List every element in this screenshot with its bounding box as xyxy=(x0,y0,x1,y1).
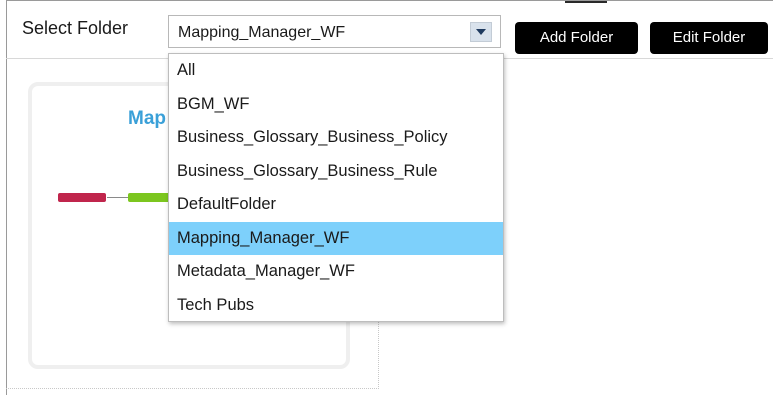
folder-option[interactable]: Tech Pubs xyxy=(169,289,503,323)
edit-folder-button[interactable]: Edit Folder xyxy=(650,22,768,54)
folder-option[interactable]: BGM_WF xyxy=(169,88,503,122)
flow-node-target xyxy=(128,193,172,202)
folder-option[interactable]: Metadata_Manager_WF xyxy=(169,255,503,289)
add-folder-button[interactable]: Add Folder xyxy=(515,22,638,54)
folder-option[interactable]: All xyxy=(169,54,503,88)
folder-select[interactable]: Mapping_Manager_WF xyxy=(168,15,501,48)
chevron-down-icon[interactable] xyxy=(470,22,492,42)
select-folder-label: Select Folder xyxy=(22,18,129,38)
card-title: Map xyxy=(128,108,166,129)
folder-option[interactable]: Business_Glossary_Business_Policy xyxy=(169,121,503,155)
folder-select-value: Mapping_Manager_WF xyxy=(178,24,346,41)
folder-dropdown-list: All BGM_WF Business_Glossary_Business_Poli… xyxy=(168,53,504,322)
page: Select Folder Mapping_Manager_WF Add Fol… xyxy=(0,0,773,395)
folder-option[interactable]: DefaultFolder xyxy=(169,188,503,222)
flow-node-source xyxy=(58,193,106,202)
folder-option[interactable]: Mapping_Manager_WF xyxy=(169,221,503,255)
folder-option[interactable]: Business_Glossary_Business_Rule xyxy=(169,155,503,189)
